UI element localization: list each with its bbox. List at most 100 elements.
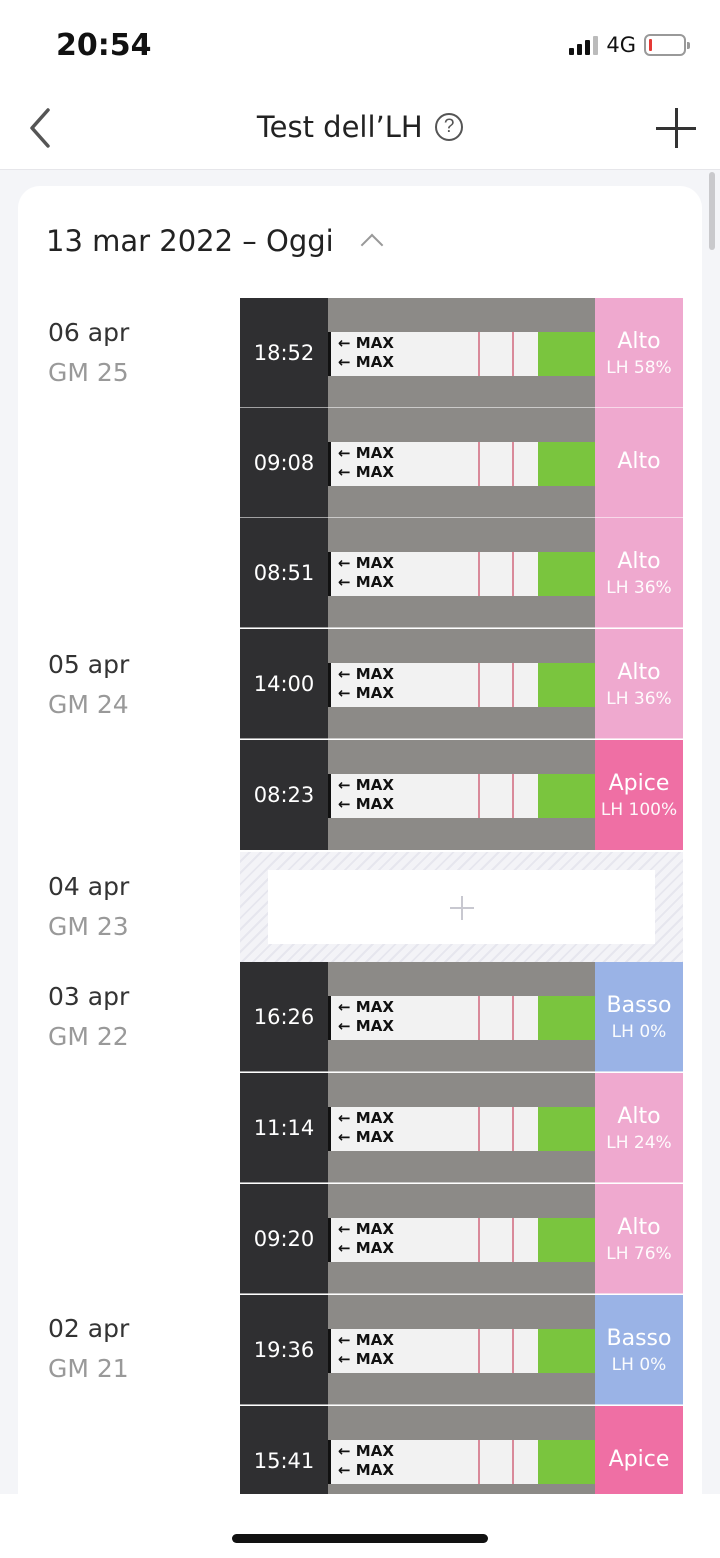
result-badge: Alto LH 36% <box>595 629 683 739</box>
result-badge: Apice LH 100% <box>595 740 683 850</box>
max-arrow-icon: ← <box>338 1239 356 1257</box>
test-strip-photo: ← MAX ← MAX <box>328 1218 596 1262</box>
add-test-button[interactable] <box>654 106 698 150</box>
result-level: Basso <box>606 1325 672 1351</box>
result-level: Alto <box>617 448 661 474</box>
day-cycle: GM 23 <box>48 912 129 941</box>
result-level: Apice <box>608 1446 670 1472</box>
test-row[interactable]: 08:23 ← MAX ← MAX Apice LH 100% <box>240 740 683 850</box>
result-lh-percent: LH 36% <box>606 577 672 598</box>
test-time: 14:00 <box>240 629 328 739</box>
result-badge: Alto <box>595 408 683 518</box>
result-lh-percent: LH 36% <box>606 688 672 709</box>
result-lh-percent: LH 0% <box>611 1354 667 1375</box>
result-level: Alto <box>617 548 661 574</box>
result-level: Basso <box>606 992 672 1018</box>
day-date: 02 apr <box>48 1314 130 1343</box>
max-arrow-icon: ← <box>338 334 356 352</box>
test-time: 09:08 <box>240 408 328 518</box>
nav-title-group: Test dell’LH ? <box>0 110 720 144</box>
date-range-toggle[interactable]: 13 mar 2022 – Oggi <box>46 224 384 258</box>
result-level: Alto <box>617 1214 661 1240</box>
chevron-up-icon[interactable] <box>360 233 384 257</box>
result-lh-percent: LH 24% <box>606 1132 672 1153</box>
max-arrow-icon: ← <box>338 776 356 794</box>
test-strip-photo: ← MAX ← MAX <box>328 442 596 486</box>
test-strip-photo: ← MAX ← MAX <box>328 1440 596 1484</box>
date-range-label: 13 mar 2022 – Oggi <box>46 224 334 258</box>
test-time: 18:52 <box>240 298 328 408</box>
add-test-slot[interactable] <box>240 852 683 962</box>
max-arrow-icon: ← <box>338 1350 356 1368</box>
test-row[interactable]: 18:52 ← MAX ← MAX Alto LH 58% <box>240 298 683 408</box>
day-cycle: GM 24 <box>48 690 129 719</box>
test-strip-photo: ← MAX ← MAX <box>328 1329 596 1373</box>
result-lh-percent: LH 100% <box>600 799 678 820</box>
max-arrow-icon: ← <box>338 998 356 1016</box>
max-arrow-icon: ← <box>338 554 356 572</box>
result-badge: Basso LH 0% <box>595 1295 683 1405</box>
nav-bar: Test dell’LH ? <box>0 90 720 170</box>
max-arrow-icon: ← <box>338 1331 356 1349</box>
result-level: Alto <box>617 659 661 685</box>
test-history-card: 13 mar 2022 – Oggi 06 apr GM 25 05 apr G… <box>18 186 702 1558</box>
status-time: 20:54 <box>56 28 152 63</box>
test-row[interactable]: 11:14 ← MAX ← MAX Alto LH 24% <box>240 1073 683 1183</box>
test-strip-photo: ← MAX ← MAX <box>328 774 596 818</box>
signal-icon <box>569 35 599 55</box>
result-level: Alto <box>617 1103 661 1129</box>
test-strip-photo: ← MAX ← MAX <box>328 996 596 1040</box>
max-arrow-icon: ← <box>338 684 356 702</box>
result-level: Alto <box>617 328 661 354</box>
test-row[interactable]: 19:36 ← MAX ← MAX Basso LH 0% <box>240 1295 683 1405</box>
result-badge: Alto LH 76% <box>595 1184 683 1294</box>
help-icon[interactable]: ? <box>435 113 464 141</box>
test-time: 09:20 <box>240 1184 328 1294</box>
add-test-slot-button[interactable] <box>268 870 655 944</box>
test-row[interactable]: 09:20 ← MAX ← MAX Alto LH 76% <box>240 1184 683 1294</box>
result-badge: Alto LH 36% <box>595 518 683 628</box>
test-time: 16:26 <box>240 962 328 1072</box>
test-time: 08:51 <box>240 518 328 628</box>
test-row[interactable]: 09:08 ← MAX ← MAX Alto <box>240 408 683 518</box>
test-strip-photo: ← MAX ← MAX <box>328 552 596 596</box>
page-title: Test dell’LH <box>256 110 423 144</box>
max-arrow-icon: ← <box>338 1017 356 1035</box>
bottom-bar <box>0 1494 720 1558</box>
max-arrow-icon: ← <box>338 1461 356 1479</box>
day-cycle: GM 22 <box>48 1022 129 1051</box>
scrollbar[interactable] <box>709 172 715 250</box>
test-strip-photo: ← MAX ← MAX <box>328 663 596 707</box>
home-indicator[interactable] <box>232 1534 488 1543</box>
day-date: 05 apr <box>48 650 130 679</box>
day-date: 03 apr <box>48 982 130 1011</box>
max-arrow-icon: ← <box>338 463 356 481</box>
max-arrow-icon: ← <box>338 444 356 462</box>
result-badge: Basso LH 0% <box>595 962 683 1072</box>
result-lh-percent: LH 0% <box>611 1021 667 1042</box>
test-time: 08:23 <box>240 740 328 850</box>
lh-test-screen: 20:54 4G Test dell’LH ? 13 mar 2022 – Og… <box>0 0 720 1558</box>
test-row[interactable]: 14:00 ← MAX ← MAX Alto LH 36% <box>240 629 683 739</box>
max-arrow-icon: ← <box>338 665 356 683</box>
test-time: 11:14 <box>240 1073 328 1183</box>
status-indicators: 4G <box>569 33 690 57</box>
result-lh-percent: LH 58% <box>606 357 672 378</box>
result-lh-percent: LH 76% <box>606 1243 672 1264</box>
network-type: 4G <box>606 33 636 57</box>
day-cycle: GM 25 <box>48 358 129 387</box>
plus-icon <box>450 896 474 920</box>
result-level: Apice <box>608 770 670 796</box>
battery-low-icon <box>644 34 690 56</box>
max-arrow-icon: ← <box>338 1109 356 1127</box>
test-row[interactable]: 16:26 ← MAX ← MAX Basso LH 0% <box>240 962 683 1072</box>
day-cycle: GM 21 <box>48 1354 129 1383</box>
max-arrow-icon: ← <box>338 1128 356 1146</box>
result-badge: Alto LH 58% <box>595 298 683 408</box>
day-date: 06 apr <box>48 318 130 347</box>
result-badge: Alto LH 24% <box>595 1073 683 1183</box>
test-row[interactable]: 08:51 ← MAX ← MAX Alto LH 36% <box>240 518 683 628</box>
max-arrow-icon: ← <box>338 1220 356 1238</box>
status-bar: 20:54 4G <box>0 0 720 90</box>
max-arrow-icon: ← <box>338 353 356 371</box>
